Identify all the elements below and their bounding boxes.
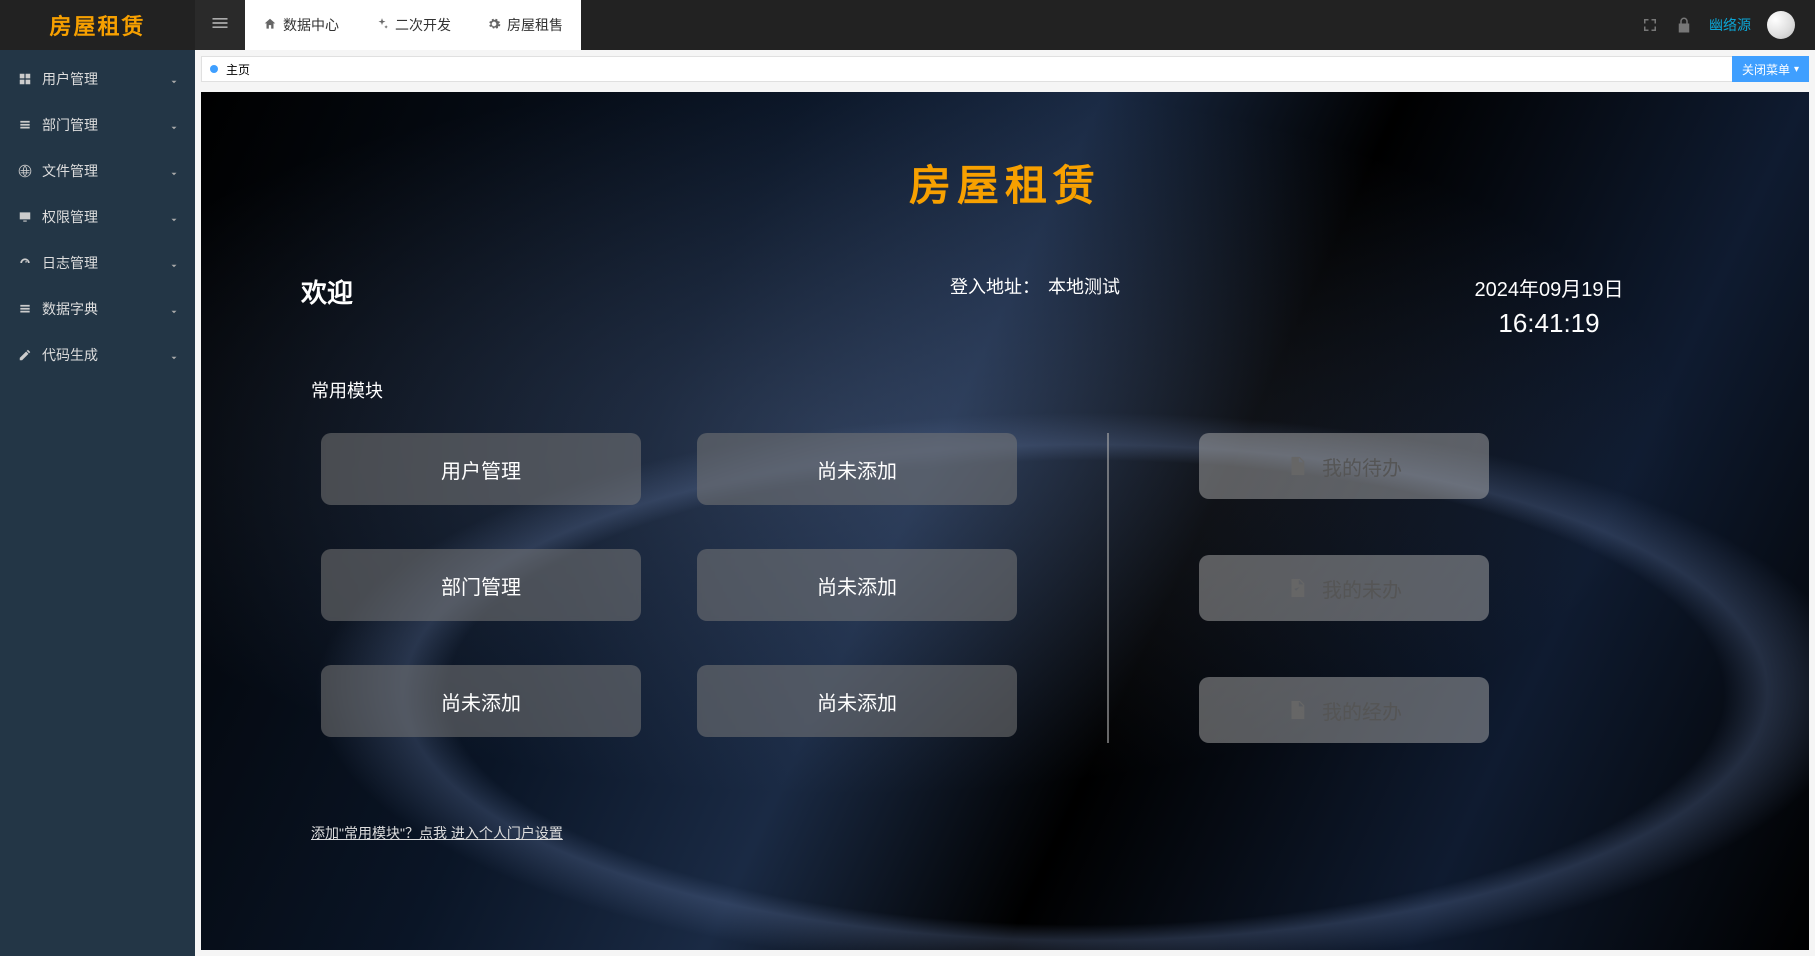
lock-icon[interactable] — [1675, 16, 1693, 34]
current-time: 16:41:19 — [1389, 308, 1709, 339]
fullscreen-icon[interactable] — [1641, 16, 1659, 34]
grid-icon — [18, 72, 32, 86]
sidebar-item-label: 权限管理 — [42, 207, 98, 227]
app-header: 房屋租赁 数据中心 二次开发 房屋租售 幽络源 — [0, 0, 1815, 50]
document-check-icon — [1286, 577, 1308, 599]
tab-label: 数据中心 — [283, 15, 339, 35]
welcome-text: 欢迎 — [301, 273, 681, 339]
avatar[interactable] — [1767, 11, 1795, 39]
dashboard-title: 房屋租赁 — [201, 92, 1809, 213]
sparkle-icon — [375, 17, 389, 34]
chevron-down-icon — [169, 258, 179, 268]
todo-label: 我的未办 — [1322, 574, 1402, 603]
sidebar-item-user-mgmt[interactable]: 用户管理 — [0, 56, 195, 102]
sidebar-item-label: 用户管理 — [42, 69, 98, 89]
module-button-empty[interactable]: 尚未添加 — [697, 665, 1017, 737]
sidebar: 用户管理 部门管理 文件管理 权限管理 日志管理 数据字典 代码生成 — [0, 50, 195, 956]
top-tabs: 数据中心 二次开发 房屋租售 — [245, 0, 581, 50]
chevron-down-icon — [169, 304, 179, 314]
sidebar-item-label: 部门管理 — [42, 115, 98, 135]
tab-label: 房屋租售 — [507, 15, 563, 35]
page-tab-bar: 主页 关闭菜单 — [201, 56, 1809, 82]
sidebar-item-perm-mgmt[interactable]: 权限管理 — [0, 194, 195, 240]
document-clock-icon — [1286, 699, 1308, 721]
module-grid: 用户管理 尚未添加 部门管理 尚未添加 尚未添加 尚未添加 — [321, 433, 1017, 743]
module-button-dept-mgmt[interactable]: 部门管理 — [321, 549, 641, 621]
page-tab-home[interactable]: 主页 — [226, 61, 250, 78]
dashboard: 房屋租赁 欢迎 登入地址： 本地测试 2024年09月19日 16:41:19 常… — [201, 92, 1809, 950]
todo-label: 我的经办 — [1322, 696, 1402, 725]
sidebar-item-dept-mgmt[interactable]: 部门管理 — [0, 102, 195, 148]
module-button-empty[interactable]: 尚未添加 — [697, 433, 1017, 505]
list-icon — [18, 302, 32, 316]
login-value: 本地测试 — [1048, 277, 1120, 297]
sidebar-item-log-mgmt[interactable]: 日志管理 — [0, 240, 195, 286]
tab-house-rent-sale[interactable]: 房屋租售 — [469, 0, 581, 50]
add-module-hint-link[interactable]: 添加"常用模块"？点我 进入个人门户设置 — [311, 823, 563, 843]
vertical-divider — [1107, 433, 1109, 743]
gear-icon — [487, 17, 501, 34]
modules-area: 用户管理 尚未添加 部门管理 尚未添加 尚未添加 尚未添加 我的待办 我的未办 — [201, 433, 1809, 743]
tab-data-center[interactable]: 数据中心 — [245, 0, 357, 50]
tab-label: 二次开发 — [395, 15, 451, 35]
chevron-down-icon — [169, 120, 179, 130]
sidebar-item-label: 数据字典 — [42, 299, 98, 319]
pencil-icon — [18, 348, 32, 362]
active-dot-icon — [210, 65, 218, 73]
todo-label: 我的待办 — [1322, 452, 1402, 481]
todo-column: 我的待办 我的未办 我的经办 — [1199, 433, 1489, 743]
chevron-down-icon — [169, 166, 179, 176]
sidebar-item-label: 代码生成 — [42, 345, 98, 365]
current-date: 2024年09月19日 — [1389, 273, 1709, 302]
login-info: 登入地址： 本地测试 — [681, 273, 1389, 339]
module-button-empty[interactable]: 尚未添加 — [321, 665, 641, 737]
todo-button-handled[interactable]: 我的经办 — [1199, 677, 1489, 743]
close-menu-button[interactable]: 关闭菜单 — [1732, 56, 1809, 82]
list-icon — [18, 118, 32, 132]
sidebar-item-code-gen[interactable]: 代码生成 — [0, 332, 195, 378]
hamburger-icon — [210, 13, 230, 38]
brand-logo: 房屋租赁 — [0, 0, 195, 50]
header-right: 幽络源 — [1641, 11, 1815, 39]
chevron-down-icon — [169, 350, 179, 360]
sidebar-toggle[interactable] — [195, 0, 245, 50]
chevron-down-icon — [169, 212, 179, 222]
globe-icon — [18, 164, 32, 178]
tab-secondary-dev[interactable]: 二次开发 — [357, 0, 469, 50]
todo-button-undone[interactable]: 我的未办 — [1199, 555, 1489, 621]
sidebar-item-label: 日志管理 — [42, 253, 98, 273]
dashboard-info-row: 欢迎 登入地址： 本地测试 2024年09月19日 16:41:19 — [201, 273, 1809, 339]
modules-heading: 常用模块 — [201, 339, 1809, 403]
username[interactable]: 幽络源 — [1709, 15, 1751, 35]
module-button-user-mgmt[interactable]: 用户管理 — [321, 433, 641, 505]
chevron-down-icon — [169, 74, 179, 84]
content-area: 主页 关闭菜单 房屋租赁 欢迎 登入地址： 本地测试 2024年09月19日 16… — [195, 50, 1815, 956]
monitor-icon — [18, 210, 32, 224]
module-button-empty[interactable]: 尚未添加 — [697, 549, 1017, 621]
sidebar-item-label: 文件管理 — [42, 161, 98, 181]
datetime-block: 2024年09月19日 16:41:19 — [1389, 273, 1709, 339]
sidebar-item-file-mgmt[interactable]: 文件管理 — [0, 148, 195, 194]
home-icon — [263, 17, 277, 34]
document-icon — [1286, 455, 1308, 477]
gauge-icon — [18, 256, 32, 270]
todo-button-pending[interactable]: 我的待办 — [1199, 433, 1489, 499]
sidebar-item-data-dict[interactable]: 数据字典 — [0, 286, 195, 332]
login-label: 登入地址： — [950, 277, 1040, 297]
